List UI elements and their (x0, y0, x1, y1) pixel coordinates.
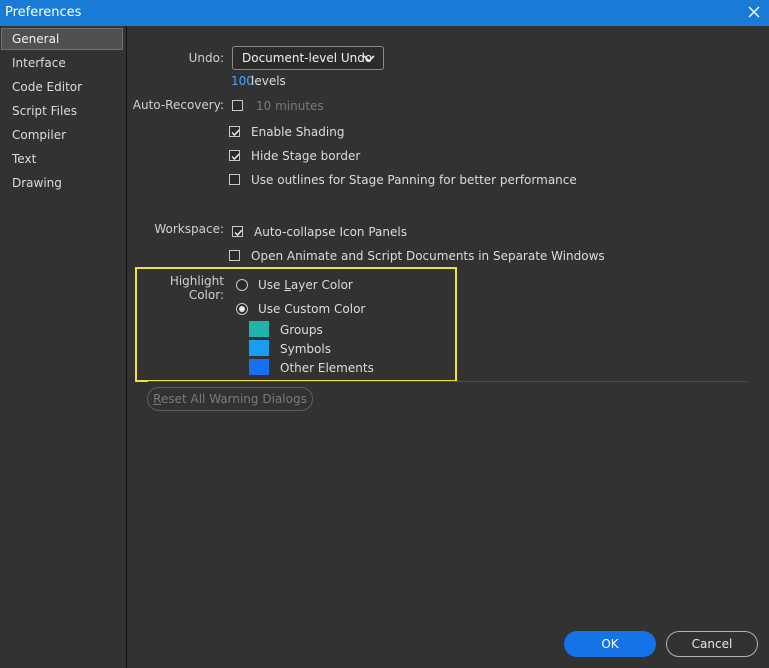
use-layer-color-label: Use Layer Color (258, 278, 353, 292)
sidebar-item-script-files[interactable]: Script Files (1, 100, 123, 122)
auto-collapse-checkbox[interactable] (232, 226, 243, 237)
use-outlines-label: Use outlines for Stage Panning for bette… (251, 173, 577, 187)
checkmark-icon (234, 229, 243, 237)
use-custom-color-radio[interactable] (236, 303, 248, 315)
sidebar-item-code-editor[interactable]: Code Editor (1, 76, 123, 98)
undo-dropdown[interactable]: Document-level Undo (232, 46, 384, 70)
hide-stage-border-label: Hide Stage border (251, 149, 361, 163)
use-custom-color-label: Use Custom Color (258, 302, 366, 316)
groups-color-swatch[interactable] (249, 321, 269, 337)
ok-button[interactable]: OK (564, 631, 656, 657)
sidebar-item-general[interactable]: General (1, 28, 123, 50)
radio-selected-dot (239, 306, 245, 312)
use-outlines-checkbox[interactable] (229, 174, 240, 185)
reset-warning-dialogs-button[interactable]: Reset All Warning Dialogs (147, 387, 313, 411)
symbols-color-swatch[interactable] (249, 340, 269, 356)
symbols-label: Symbols (280, 342, 331, 356)
sidebar-item-compiler[interactable]: Compiler (1, 124, 123, 146)
auto-collapse-label: Auto-collapse Icon Panels (254, 225, 407, 239)
sidebar-item-interface[interactable]: Interface (1, 52, 123, 74)
undo-levels-label: levels (251, 74, 286, 88)
other-elements-color-swatch[interactable] (249, 359, 269, 375)
enable-shading-checkbox[interactable] (229, 126, 240, 137)
close-icon[interactable] (747, 5, 761, 19)
undo-label: Undo: (188, 51, 224, 65)
separate-windows-checkbox[interactable] (229, 250, 240, 261)
auto-recovery-minutes: 10 minutes (256, 99, 324, 113)
auto-recovery-checkbox[interactable] (232, 100, 243, 111)
hide-stage-border-checkbox[interactable] (229, 150, 240, 161)
enable-shading-label: Enable Shading (251, 125, 345, 139)
window-title: Preferences (5, 5, 82, 20)
chevron-down-icon (363, 53, 375, 63)
highlight-color-label: Highlight Color: (169, 274, 224, 302)
use-layer-color-radio[interactable] (236, 279, 248, 291)
sidebar-item-drawing[interactable]: Drawing (1, 172, 123, 194)
divider (148, 381, 748, 382)
workspace-label: Workspace: (154, 222, 224, 236)
separate-windows-label: Open Animate and Script Documents in Sep… (251, 249, 605, 263)
checkmark-icon (231, 129, 240, 137)
sidebar-item-text[interactable]: Text (1, 148, 123, 170)
undo-dropdown-value: Document-level Undo (242, 51, 373, 65)
cancel-button[interactable]: Cancel (666, 631, 758, 657)
preferences-sidebar: General Interface Code Editor Script Fil… (0, 26, 127, 668)
title-bar: Preferences (0, 0, 769, 26)
auto-recovery-label: Auto-Recovery: (132, 98, 224, 112)
groups-label: Groups (280, 323, 323, 337)
other-elements-label: Other Elements (280, 361, 374, 375)
checkmark-icon (231, 153, 240, 161)
